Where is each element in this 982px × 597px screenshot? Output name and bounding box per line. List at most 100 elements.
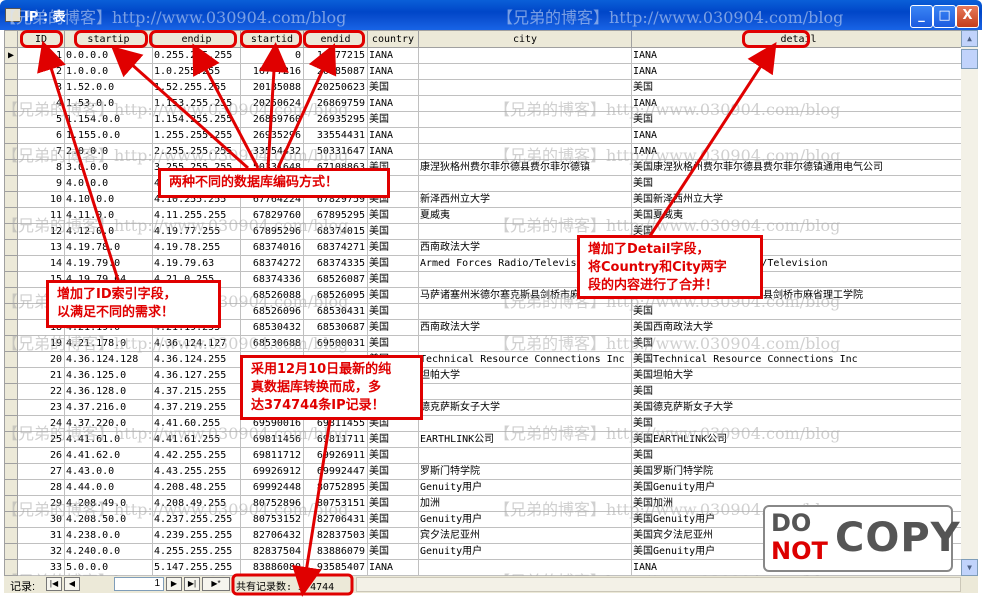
cell-id[interactable]: 29 <box>17 495 65 512</box>
row-selector[interactable] <box>4 479 18 496</box>
cell-id[interactable]: 30 <box>17 511 65 528</box>
cell-country[interactable]: 美国 <box>367 239 419 256</box>
cell-id[interactable]: 31 <box>17 527 65 544</box>
row-selector[interactable] <box>4 319 18 336</box>
cell-startip[interactable]: 4.43.0.0 <box>64 463 153 480</box>
cell-startid[interactable]: 68374272 <box>240 255 304 272</box>
cell-detail[interactable]: IANA <box>631 63 966 80</box>
table-row[interactable]: 204.36.124.1284.36.124.25569500032695001… <box>4 351 966 368</box>
cell-detail[interactable]: IANA <box>631 95 966 112</box>
cell-id[interactable]: 6 <box>17 127 65 144</box>
cell-endip[interactable]: 4.37.219.255 <box>152 399 241 416</box>
row-selector[interactable] <box>4 559 18 576</box>
row-selector[interactable] <box>4 431 18 448</box>
cell-detail[interactable]: IANA <box>631 47 966 64</box>
scroll-up-button[interactable]: ▲ <box>961 30 978 47</box>
row-selector[interactable] <box>4 239 18 256</box>
cell-startid[interactable]: 68530688 <box>240 335 304 352</box>
cell-city[interactable] <box>418 175 632 192</box>
table-row[interactable]: 13 4.19.78.0 4.19.78.255 68374016 68374271 美国… <box>4 239 966 256</box>
row-selector[interactable] <box>4 191 18 208</box>
cell-id[interactable]: 33 <box>17 559 65 576</box>
row-selector[interactable] <box>4 127 18 144</box>
cell-id[interactable]: 14 <box>17 255 65 272</box>
table-row[interactable]: 25 4.41.61.0 4.41.61.255 69811456 69811711 美国… <box>4 431 966 448</box>
cell-startip[interactable]: 4.19.78.0 <box>64 239 153 256</box>
table-row[interactable]: ▶ 1 0.0.0.0 0.255.255.255 0 16777215 IANA IANA <box>4 47 966 64</box>
cell-detail[interactable]: 美国罗斯门特学院 <box>631 463 966 480</box>
cell-startid[interactable]: 26869760 <box>240 111 304 128</box>
cell-startip[interactable]: 4.41.62.0 <box>64 447 153 464</box>
cell-endip[interactable]: 0.255.255.255 <box>152 47 241 64</box>
cell-startip[interactable]: 4.208.49.0 <box>64 495 153 512</box>
cell-detail[interactable]: IANA <box>631 127 966 144</box>
cell-id[interactable]: 19 <box>17 335 65 352</box>
vertical-scrollbar[interactable]: ▲ ▼ <box>961 30 978 576</box>
cell-city[interactable]: Genuity用户 <box>418 479 632 496</box>
row-selector[interactable] <box>4 159 18 176</box>
cell-id[interactable]: 4 <box>17 95 65 112</box>
cell-detail[interactable]: 美国 <box>631 303 966 320</box>
cell-endid[interactable]: 69992447 <box>303 463 368 480</box>
table-row[interactable]: 6 1.155.0.0 1.255.255.255 26935296 33554431 I… <box>4 127 966 144</box>
cell-detail[interactable]: 美国 <box>631 175 966 192</box>
cell-country[interactable]: 美国 <box>367 319 419 336</box>
cell-startip[interactable]: 2.0.0.0 <box>64 143 153 160</box>
row-selector[interactable] <box>4 399 18 416</box>
cell-startip[interactable]: 5.0.0.0 <box>64 559 153 576</box>
cell-startip[interactable]: 4.36.128.0 <box>64 383 153 400</box>
cell-city[interactable] <box>418 111 632 128</box>
table-row[interactable]: 4 1.53.0.0 1.153.255.255 20250624 26869759 IA… <box>4 95 966 112</box>
cell-startip[interactable]: 1.0.0.0 <box>64 63 153 80</box>
cell-city[interactable]: 康涅狄格州费尔菲尔德县费尔菲尔德镇 <box>418 159 632 176</box>
table-row[interactable]: 12 4.12.0.0 4.19.77.255 67895296 68374015 美国美… <box>4 223 966 240</box>
cell-startid[interactable]: 67829760 <box>240 207 304 224</box>
cell-city[interactable]: 新泽西州立大学 <box>418 191 632 208</box>
cell-detail[interactable]: 美国 <box>631 383 966 400</box>
row-selector[interactable] <box>4 111 18 128</box>
cell-endip[interactable]: 1.154.255.255 <box>152 111 241 128</box>
cell-endid[interactable]: 68374335 <box>303 255 368 272</box>
table-row[interactable]: 5 1.154.0.0 1.154.255.255 26869760 26935295 美… <box>4 111 966 128</box>
row-selector[interactable] <box>4 527 18 544</box>
cell-startip[interactable]: 1.155.0.0 <box>64 127 153 144</box>
cell-country[interactable]: 美国 <box>367 271 419 288</box>
cell-endid[interactable]: 68526087 <box>303 271 368 288</box>
table-row[interactable]: 19 4.21.178.0 4.36.124.127 68530688 69500031… <box>4 335 966 352</box>
cell-detail[interactable]: 美国 <box>631 447 966 464</box>
cell-startip[interactable]: 4.238.0.0 <box>64 527 153 544</box>
cell-id[interactable]: 32 <box>17 543 65 560</box>
cell-id[interactable]: 26 <box>17 447 65 464</box>
row-selector[interactable]: ▶ <box>4 47 18 64</box>
table-row[interactable]: 224.36.128.04.37.215.2556950092869588991… <box>4 383 966 400</box>
cell-id[interactable]: 20 <box>17 351 65 368</box>
row-selector[interactable] <box>4 255 18 272</box>
cell-startip[interactable]: 4.41.61.0 <box>64 431 153 448</box>
cell-startid[interactable]: 68526088 <box>240 287 304 304</box>
cell-country[interactable]: IANA <box>367 559 419 576</box>
cell-startip[interactable]: 4.240.0.0 <box>64 543 153 560</box>
cell-city[interactable]: 加洲 <box>418 495 632 512</box>
table-row[interactable]: 28 4.44.0.0 4.208.48.255 69992448 80752895 美国… <box>4 479 966 496</box>
cell-detail[interactable]: 美国德克萨斯女子大学 <box>631 399 966 416</box>
cell-startip[interactable]: 4.36.124.128 <box>64 351 153 368</box>
row-selector[interactable] <box>4 207 18 224</box>
cell-id[interactable]: 24 <box>17 415 65 432</box>
cell-startid[interactable]: 68374016 <box>240 239 304 256</box>
row-selector[interactable] <box>4 79 18 96</box>
cell-city[interactable] <box>418 447 632 464</box>
cell-id[interactable]: 8 <box>17 159 65 176</box>
cell-detail[interactable]: 美国Genuity用户 <box>631 479 966 496</box>
cell-startip[interactable]: 4.44.0.0 <box>64 479 153 496</box>
cell-startid[interactable]: 0 <box>240 47 304 64</box>
cell-startip[interactable]: 4.208.50.0 <box>64 511 153 528</box>
row-selector[interactable] <box>4 287 18 304</box>
row-selector[interactable] <box>4 543 18 560</box>
cell-endip[interactable]: 4.41.60.255 <box>152 415 241 432</box>
cell-country[interactable]: IANA <box>367 127 419 144</box>
cell-detail[interactable]: 美国EARTHLINK公司 <box>631 431 966 448</box>
cell-country[interactable]: 美国 <box>367 303 419 320</box>
table-row[interactable]: 8 3.0.0.0 3.255.255.255 50331648 67108863 美国康… <box>4 159 966 176</box>
cell-id[interactable]: 10 <box>17 191 65 208</box>
row-selector[interactable] <box>4 271 18 288</box>
